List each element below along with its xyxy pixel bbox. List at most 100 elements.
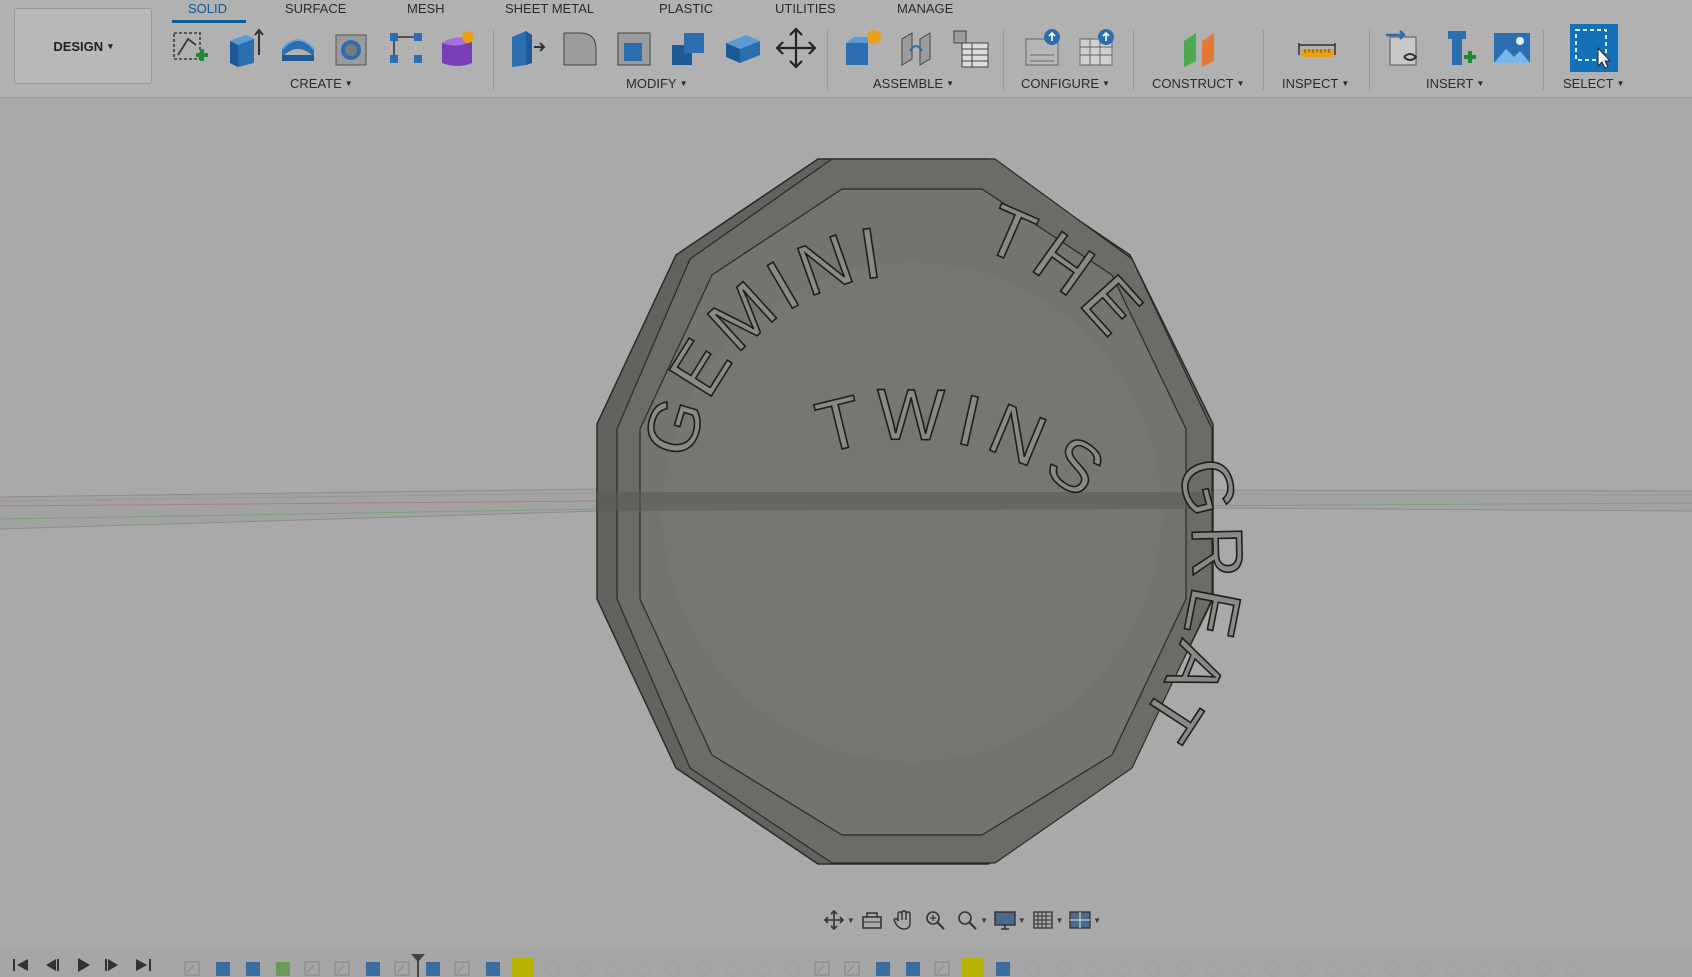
fillet-icon[interactable] <box>560 27 600 69</box>
create-menu[interactable]: CREATE ▼ <box>290 76 353 91</box>
move-icon[interactable] <box>776 27 816 69</box>
look-at-icon[interactable] <box>857 907 887 933</box>
go-to-start-icon[interactable] <box>10 956 32 974</box>
timeline-feature-hole[interactable] <box>1172 958 1194 977</box>
timeline-feature-hole[interactable] <box>1082 958 1104 977</box>
insert-menu[interactable]: INSERT ▼ <box>1426 76 1484 91</box>
chevron-down-icon[interactable]: ▼ <box>1055 916 1063 925</box>
canvas-viewport[interactable]: GEMINI <box>0 99 1692 939</box>
revolve-icon[interactable] <box>278 27 318 69</box>
select-window-icon[interactable] <box>1570 24 1618 72</box>
timeline-feature-hole[interactable] <box>1232 958 1254 977</box>
timeline-feature-sketch[interactable] <box>332 958 354 977</box>
timeline-feature-highlight[interactable] <box>512 958 540 977</box>
timeline-feature-hole[interactable] <box>572 958 594 977</box>
hole-icon[interactable] <box>332 27 372 69</box>
timeline-feature-hole[interactable] <box>1532 958 1554 977</box>
insert-canvas-icon[interactable] <box>1492 27 1532 69</box>
orbit-icon[interactable] <box>819 907 849 933</box>
press-pull-icon[interactable] <box>506 27 546 69</box>
configure-menu[interactable]: CONFIGURE ▼ <box>1021 76 1110 91</box>
new-component-icon[interactable] <box>842 27 882 69</box>
combine-icon[interactable] <box>668 27 708 69</box>
step-back-icon[interactable] <box>40 956 62 974</box>
timeline-feature-extrude[interactable] <box>212 958 234 977</box>
construct-menu[interactable]: CONSTRUCT ▼ <box>1152 76 1245 91</box>
timeline-feature-extrude[interactable] <box>992 958 1014 977</box>
timeline-feature-hole[interactable] <box>1502 958 1524 977</box>
form-icon[interactable] <box>438 27 478 69</box>
tab-mesh[interactable]: MESH <box>407 1 445 16</box>
timeline-feature-extrude[interactable] <box>482 958 504 977</box>
timeline-feature-hole[interactable] <box>1112 958 1134 977</box>
timeline-feature-sketch[interactable] <box>932 958 954 977</box>
go-to-end-icon[interactable] <box>132 956 154 974</box>
timeline-feature-hole[interactable] <box>1352 958 1374 977</box>
step-forward-icon[interactable] <box>102 956 124 974</box>
timeline-feature-sketch[interactable] <box>302 958 324 977</box>
chevron-down-icon[interactable]: ▼ <box>1018 916 1026 925</box>
inspect-menu[interactable]: INSPECT ▼ <box>1282 76 1349 91</box>
tab-surface[interactable]: SURFACE <box>285 1 346 16</box>
chevron-down-icon[interactable]: ▼ <box>980 916 988 925</box>
select-menu[interactable]: SELECT ▼ <box>1563 76 1625 91</box>
timeline-feature-extrude[interactable] <box>242 958 264 977</box>
workspace-switcher[interactable]: DESIGN ▾ <box>14 8 152 84</box>
timeline-feature-hole[interactable] <box>692 958 714 977</box>
coin-model[interactable]: GEMINI <box>596 158 1214 865</box>
tab-manage[interactable]: MANAGE <box>897 1 953 16</box>
pan-icon[interactable] <box>888 907 918 933</box>
timeline-feature-sketch[interactable] <box>812 958 834 977</box>
timeline-marker[interactable] <box>411 954 425 977</box>
timeline-feature-hole[interactable] <box>1202 958 1224 977</box>
timeline-feature-hole[interactable] <box>542 958 564 977</box>
timeline-feature-hole[interactable] <box>632 958 654 977</box>
timeline-feature-hole[interactable] <box>1142 958 1164 977</box>
timeline-feature-sketch[interactable] <box>842 958 864 977</box>
tab-sheet-metal[interactable]: SHEET METAL <box>505 1 594 16</box>
joint-icon[interactable] <box>896 27 936 69</box>
shell-icon[interactable] <box>614 27 654 69</box>
timeline-feature-plane[interactable] <box>272 958 294 977</box>
insert-derive-icon[interactable] <box>1384 27 1424 69</box>
grid-icon[interactable] <box>1028 907 1058 933</box>
insert-mcmaster-icon[interactable] <box>1438 27 1478 69</box>
timeline-feature-hole[interactable] <box>1262 958 1284 977</box>
chevron-down-icon[interactable]: ▼ <box>847 916 855 925</box>
timeline-feature-extrude[interactable] <box>422 958 444 977</box>
timeline-feature-hole[interactable] <box>1052 958 1074 977</box>
timeline-feature-hole[interactable] <box>1292 958 1314 977</box>
timeline-feature-hole[interactable] <box>1382 958 1404 977</box>
measure-icon[interactable] <box>1297 27 1337 69</box>
timeline-feature-extrude[interactable] <box>872 958 894 977</box>
timeline-feature-hole[interactable] <box>1022 958 1044 977</box>
timeline-feature-hole[interactable] <box>1322 958 1344 977</box>
timeline-feature-hole[interactable] <box>722 958 744 977</box>
configuration-table-icon[interactable] <box>1076 27 1116 69</box>
tab-utilities[interactable]: UTILITIES <box>775 1 836 16</box>
bill-of-materials-icon[interactable] <box>950 27 990 69</box>
tab-solid[interactable]: SOLID <box>188 1 227 16</box>
timeline-feature-hole[interactable] <box>782 958 804 977</box>
create-sketch-icon[interactable] <box>170 27 210 69</box>
timeline-feature-sketch[interactable] <box>452 958 474 977</box>
configure-icon[interactable] <box>1022 27 1062 69</box>
play-icon[interactable] <box>72 956 94 974</box>
timeline-feature-sketch[interactable] <box>182 958 204 977</box>
assemble-menu[interactable]: ASSEMBLE ▼ <box>873 76 954 91</box>
timeline-feature-hole[interactable] <box>602 958 624 977</box>
timeline-feature-hole[interactable] <box>1412 958 1434 977</box>
tab-plastic[interactable]: PLASTIC <box>659 1 713 16</box>
extrude-icon[interactable] <box>224 27 264 69</box>
timeline-feature-hole[interactable] <box>1562 958 1584 977</box>
chevron-down-icon[interactable]: ▼ <box>1093 916 1101 925</box>
display-settings-icon[interactable] <box>990 907 1020 933</box>
timeline-feature-extrude[interactable] <box>362 958 384 977</box>
offset-plane-icon[interactable] <box>1180 27 1220 69</box>
fit-icon[interactable] <box>952 907 982 933</box>
zoom-icon[interactable] <box>920 907 950 933</box>
modify-menu[interactable]: MODIFY ▼ <box>626 76 687 91</box>
timeline-feature-hole[interactable] <box>1472 958 1494 977</box>
pattern-icon[interactable] <box>386 27 426 69</box>
offset-face-icon[interactable] <box>722 27 762 69</box>
